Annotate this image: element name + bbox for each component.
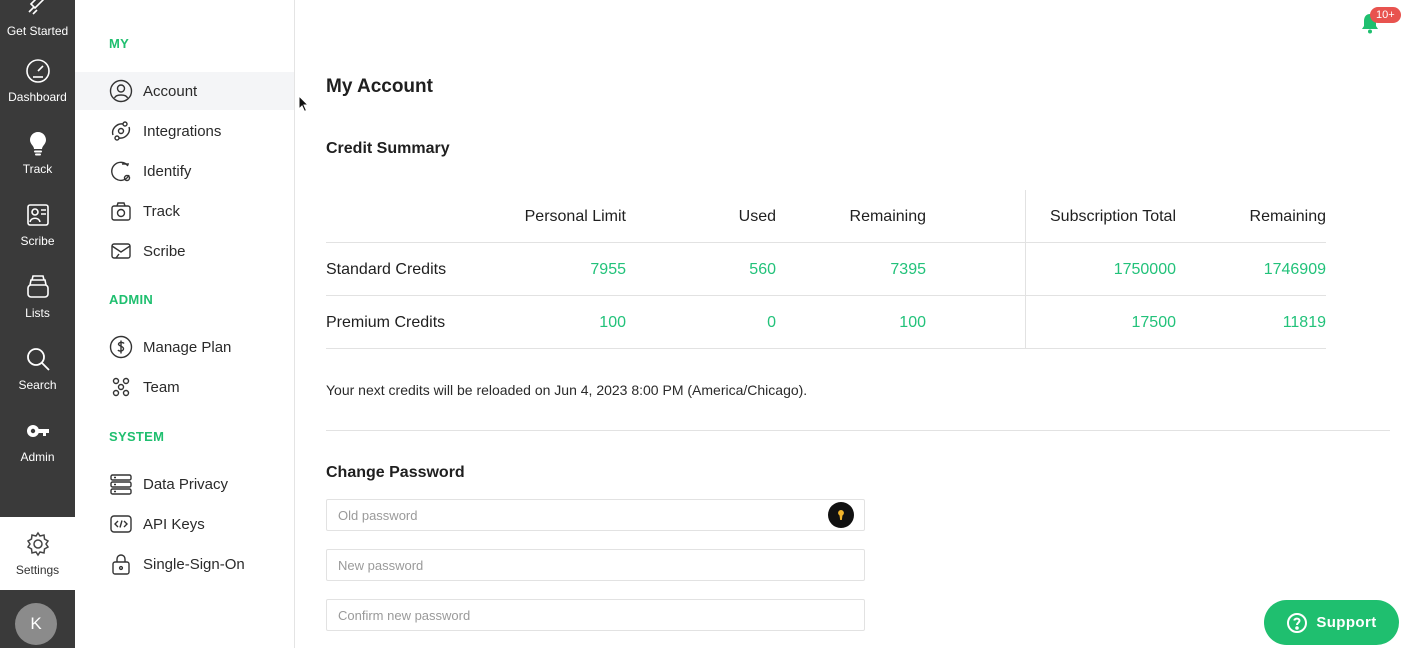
sidebar-item-track[interactable]: Track [75, 192, 294, 230]
server-icon [110, 474, 132, 495]
section-title-my: MY [109, 36, 130, 51]
rail-item-dashboard[interactable]: Dashboard [0, 58, 75, 130]
main-content: 10+ My Account Credit Summary Personal L… [296, 0, 1418, 648]
rail-label: Track [22, 162, 53, 176]
sidebar-item-label: Team [143, 378, 180, 396]
lists-icon [26, 275, 49, 298]
code-icon [110, 515, 132, 533]
track-icon [111, 202, 131, 221]
lightbulb-icon [29, 132, 46, 156]
sidebar-item-team[interactable]: Team [75, 368, 294, 406]
sidebar-item-scribe[interactable]: Scribe [75, 232, 294, 270]
table-cell: 1750000 [1113, 261, 1176, 278]
table-cell: 7955 [590, 261, 626, 278]
new-password-field[interactable] [326, 549, 865, 581]
rail-label: Get Started [6, 24, 69, 38]
rail-label: Settings [15, 563, 60, 577]
rail-item-search[interactable]: Search [0, 346, 75, 418]
section-title-admin: ADMIN [109, 292, 154, 307]
column-header: Personal Limit [524, 208, 626, 225]
table-cell: 560 [749, 261, 776, 278]
confirm-password-field[interactable] [326, 599, 865, 631]
rail-label: Admin [20, 450, 55, 464]
avatar[interactable]: K [15, 603, 57, 645]
sidebar-item-label: Scribe [143, 242, 186, 260]
rail-item-track[interactable]: Track [0, 130, 75, 202]
reload-note: Your next credits will be reloaded on Ju… [326, 382, 808, 398]
column-header: Remaining [849, 208, 926, 225]
mail-icon [111, 243, 131, 259]
column-header: Remaining [1249, 208, 1326, 225]
sidebar-item-label: Single-Sign-On [143, 555, 245, 573]
rail-label: Dashboard [8, 90, 67, 104]
sidebar-item-label: Data Privacy [143, 475, 229, 493]
avatar-area: K [0, 590, 75, 648]
search-icon [26, 348, 50, 371]
team-icon [112, 377, 130, 397]
key-icon [26, 425, 49, 437]
rail-item-scribe[interactable]: Scribe [0, 202, 75, 274]
table-cell: 100 [899, 314, 926, 331]
table-header-row: Personal Limit Used Remaining Subscripti… [326, 190, 1326, 243]
keyhole-icon [838, 510, 844, 520]
change-password-heading: Change Password [326, 464, 465, 481]
gear-icon [26, 531, 49, 557]
sidebar-item-label: Account [143, 82, 198, 100]
old-password-field[interactable] [326, 499, 865, 531]
table-cell: 100 [599, 314, 626, 331]
sidebar-item-api-keys[interactable]: API Keys [75, 505, 294, 543]
rail-item-settings[interactable]: Settings [0, 517, 75, 590]
identify-icon [111, 161, 131, 182]
table-cell: 7395 [890, 261, 926, 278]
sidebar-item-account[interactable]: Account [75, 72, 294, 110]
user-circle-icon [109, 79, 133, 103]
rail-label: Search [18, 378, 57, 392]
sidebar-item-identify[interactable]: Identify [75, 152, 294, 190]
row-label: Premium Credits [326, 314, 446, 331]
sidebar-item-integrations[interactable]: Integrations [75, 112, 294, 150]
row-label: Standard Credits [326, 261, 447, 278]
dollar-icon [109, 335, 133, 359]
sidebar-item-label: Integrations [143, 122, 222, 140]
sidebar-item-label: Track [143, 202, 180, 220]
table-cell: 0 [767, 314, 776, 331]
sidebar-item-manage-plan[interactable]: Manage Plan [75, 328, 294, 366]
rail-item-lists[interactable]: Lists [0, 274, 75, 346]
sidebar-item-data-privacy[interactable]: Data Privacy [75, 465, 294, 503]
rail-item-admin[interactable]: Admin [0, 418, 75, 490]
rail-label: Scribe [20, 234, 55, 248]
page-title: My Account [326, 76, 433, 97]
scribe-icon [26, 204, 49, 226]
credit-summary-heading: Credit Summary [326, 140, 450, 157]
notification-badge: 10+ [1370, 7, 1401, 23]
support-button[interactable]: Support [1264, 600, 1399, 645]
table-cell: 1746909 [1263, 261, 1326, 278]
sidebar-item-single-sign-on[interactable]: Single-Sign-On [75, 545, 294, 583]
table-row: Standard Credits 7955 560 7395 1750000 1… [326, 243, 1326, 296]
sidebar-item-label: Manage Plan [143, 338, 232, 356]
table-cell: 11819 [1282, 314, 1326, 331]
table-row: Premium Credits 100 0 100 17500 11819 [326, 296, 1326, 349]
credit-table: Personal Limit Used Remaining Subscripti… [326, 190, 1326, 349]
support-label: Support [1316, 614, 1377, 631]
rocket-icon [27, 0, 44, 15]
divider [326, 430, 1390, 431]
help-icon [1287, 612, 1308, 633]
column-header: Used [738, 208, 776, 225]
lock-icon [112, 554, 130, 575]
column-header: Subscription Total [1050, 208, 1176, 225]
sidebar-item-label: Identify [143, 162, 192, 180]
section-title-system: SYSTEM [109, 429, 165, 444]
main-rail: Get Started Dashboard Track Scribe Lists… [0, 0, 75, 648]
gauge-icon [25, 59, 50, 83]
rail-item-get-started[interactable]: Get Started [0, 0, 75, 64]
settings-sidebar: MY Account Integrations Identify Track S… [75, 0, 310, 648]
rail-label: Lists [25, 306, 50, 320]
integrations-icon [111, 121, 131, 141]
sidebar-item-label: API Keys [143, 515, 205, 533]
password-manager-button[interactable] [828, 502, 854, 528]
table-cell: 17500 [1131, 314, 1177, 331]
